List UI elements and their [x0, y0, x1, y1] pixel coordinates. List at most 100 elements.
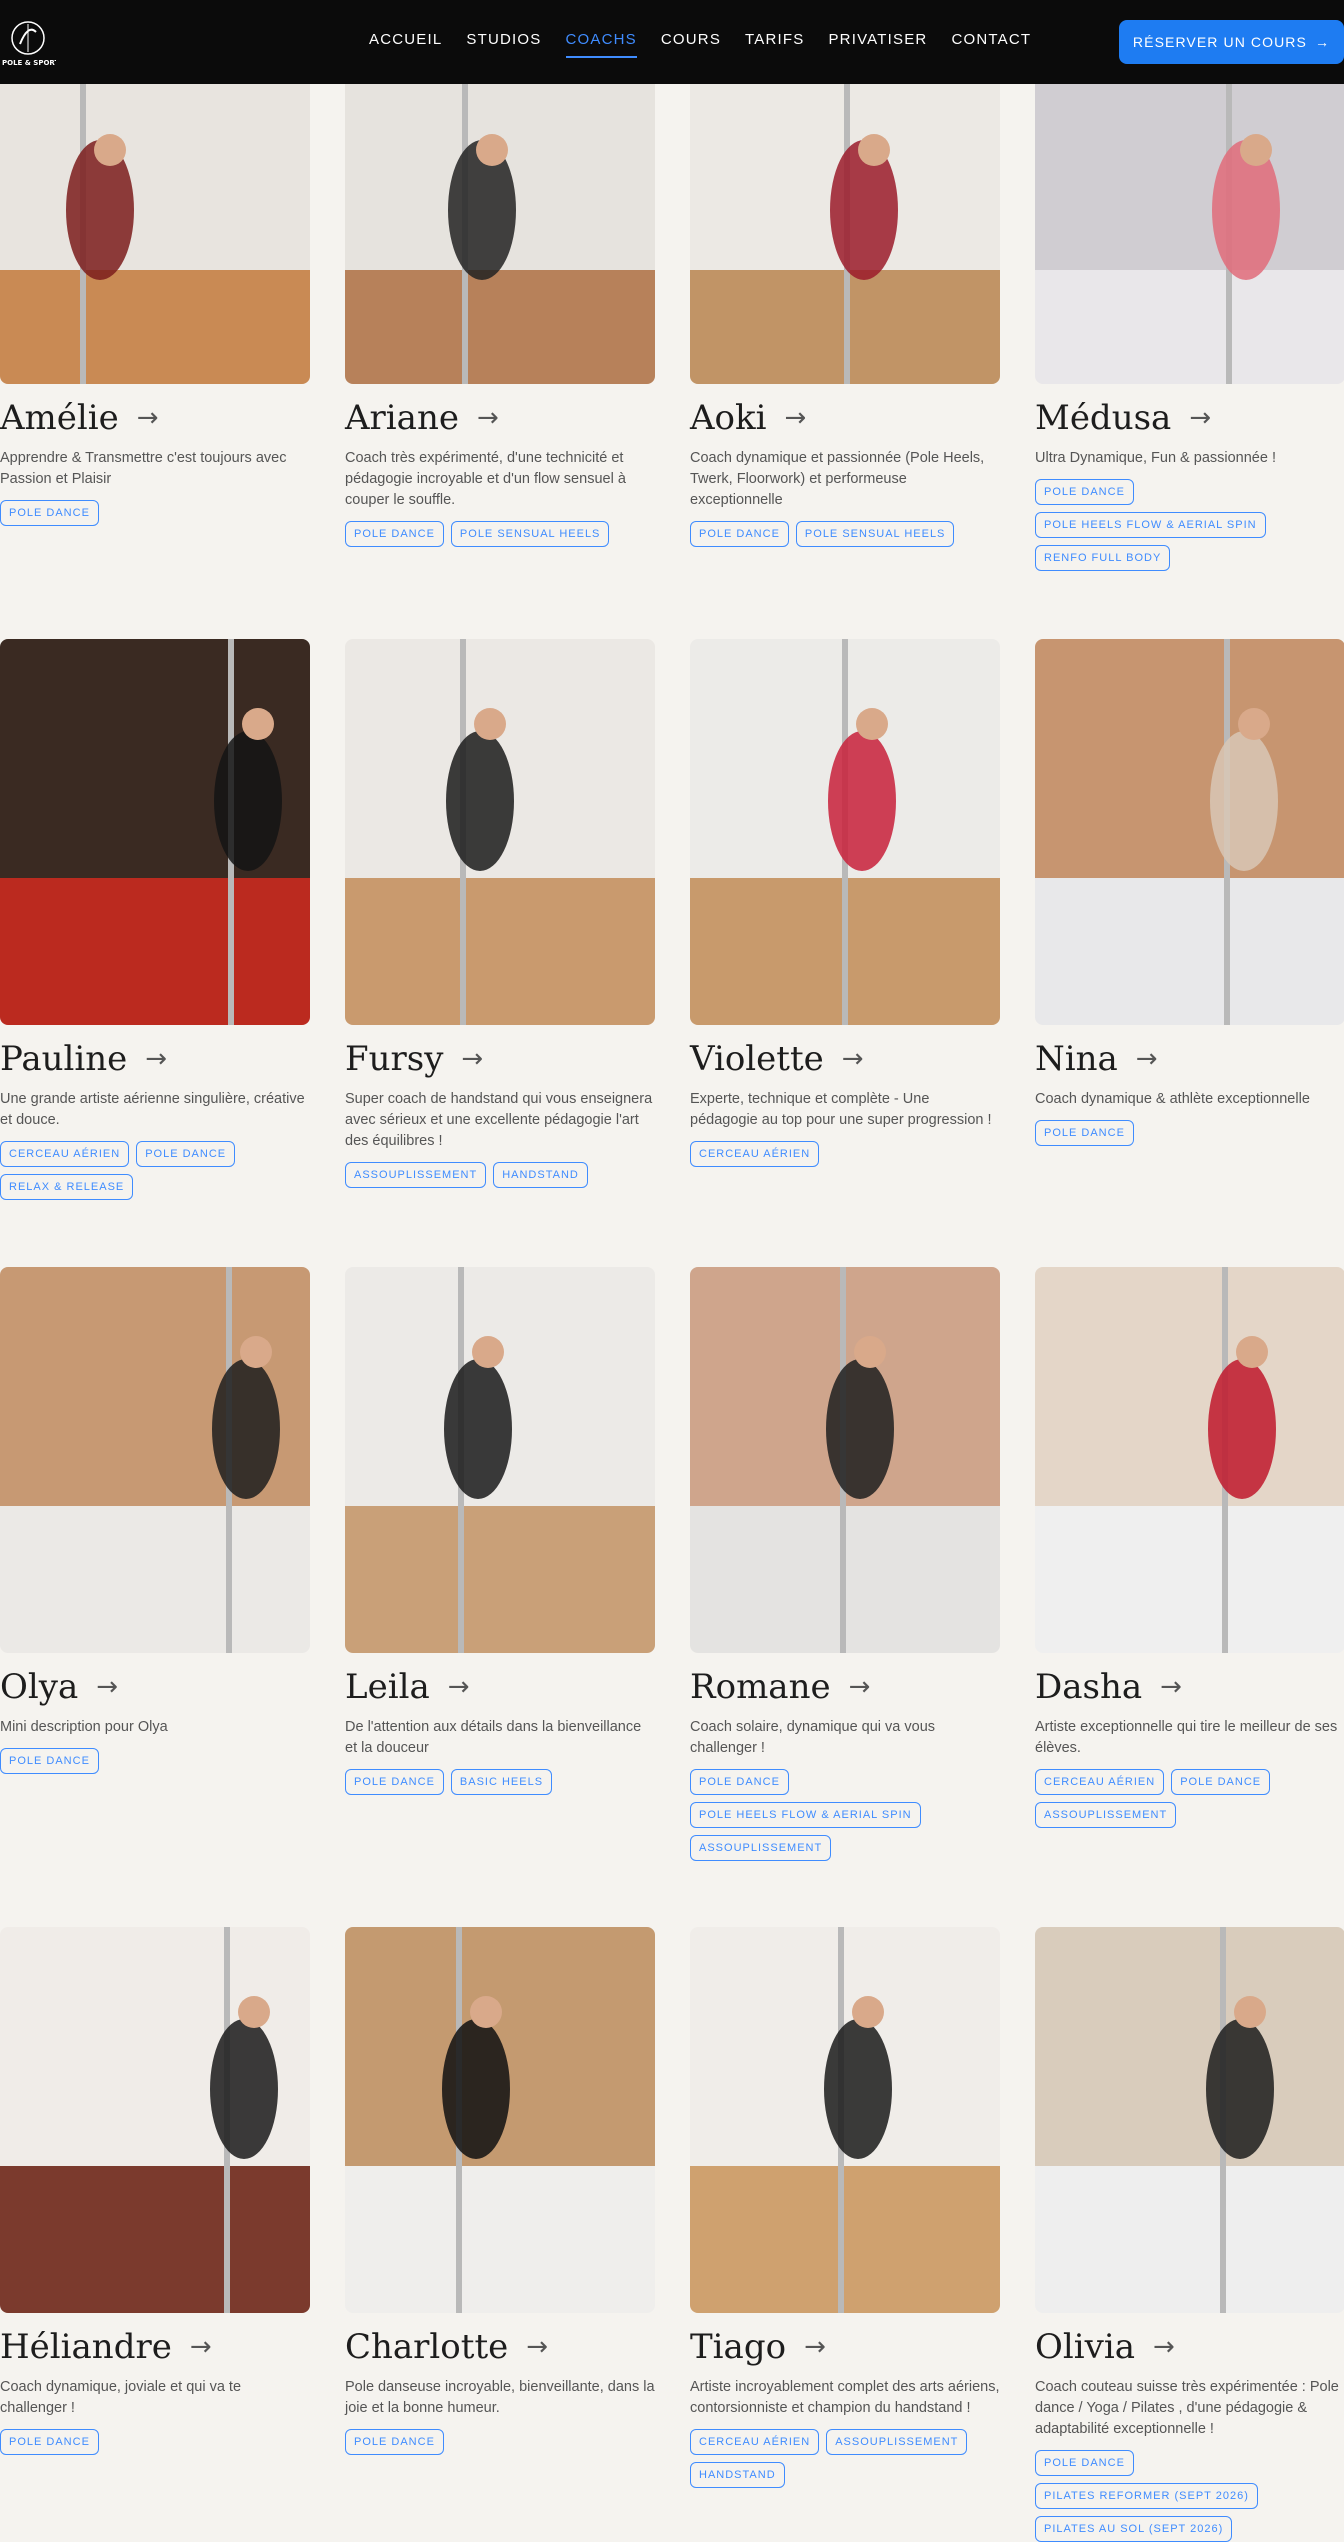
main-menu: ACCUEIL STUDIOS COACHS COURS TARIFS PRIV… — [369, 31, 1055, 58]
tag-pole-dance[interactable]: POLE DANCE — [690, 1769, 789, 1795]
coach-photo[interactable] — [690, 639, 1000, 1025]
coach-description: Coach dynamique et passionnée (Pole Heel… — [690, 450, 985, 508]
coach-card-tiago[interactable]: Tiago → Artiste incroyablement complet des… — [690, 1927, 1000, 2488]
tag-assouplissement[interactable]: ASSOUPLISSEMENT — [345, 1162, 487, 1188]
coach-name-link[interactable]: Héliandre → — [0, 2327, 310, 2367]
coach-photo[interactable] — [345, 1927, 655, 2313]
coach-name-link[interactable]: Violette → — [690, 1039, 1000, 1079]
coach-photo[interactable] — [0, 84, 310, 384]
arrow-right-icon: → — [461, 1044, 484, 1074]
coach-photo[interactable] — [345, 84, 655, 384]
coach-photo[interactable] — [0, 1267, 310, 1653]
coach-card-charlotte[interactable]: Charlotte → Pole danseuse incroyable, bien… — [345, 1927, 655, 2455]
coach-description: Coach dynamique, joviale et qui va te ch… — [0, 2379, 242, 2416]
tag-assouplissement[interactable]: ASSOUPLISSEMENT — [1035, 1802, 1177, 1828]
tag-pole-dance[interactable]: POLE DANCE — [1035, 479, 1134, 505]
coach-description: Coach couteau suisse très expérimentée :… — [1035, 2379, 1339, 2437]
coach-card-pauline[interactable]: Pauline → Une grande artiste aérienne sing… — [0, 639, 310, 1200]
coach-name-link[interactable]: Olivia → — [1035, 2327, 1344, 2367]
coach-card-olya[interactable]: Olya → Mini description pour Olya POLE DANC… — [0, 1267, 310, 1774]
coach-card-amelie[interactable]: Amélie → Apprendre & Transmettre c'est tou… — [0, 84, 310, 526]
coach-card-fursy[interactable]: Fursy → Super coach de handstand qui vous … — [345, 639, 655, 1188]
coach-name-link[interactable]: Ariane → — [345, 398, 655, 438]
tag-pole-heels-flow-aerial-spin[interactable]: POLE HEELS FLOW & AERIAL SPIN — [690, 1802, 921, 1828]
tag-pilates-au-sol-sept-2026-[interactable]: PILATES AU SOL (SEPT 2026) — [1035, 2516, 1233, 2542]
coach-card-aoki[interactable]: Aoki → Coach dynamique et passionnée (Pole… — [690, 84, 1000, 547]
tag-pole-dance[interactable]: POLE DANCE — [1171, 1769, 1271, 1795]
tag-pole-dance[interactable]: POLE DANCE — [690, 521, 789, 547]
coach-name-link[interactable]: Aoki → — [690, 398, 1000, 438]
coach-name-link[interactable]: Dasha → — [1035, 1667, 1344, 1707]
tag-pole-dance[interactable]: POLE DANCE — [136, 1141, 236, 1167]
tag-pole-dance[interactable]: POLE DANCE — [345, 2429, 444, 2455]
coach-card-nina[interactable]: Nina → Coach dynamique & athlète exception… — [1035, 639, 1344, 1146]
tag-cerceau-aerien[interactable]: CERCEAU AÉRIEN — [690, 1141, 820, 1167]
coach-card-violette[interactable]: Violette → Experte, technique et complète … — [690, 639, 1000, 1167]
tag-pole-dance[interactable]: POLE DANCE — [0, 2429, 99, 2455]
coach-name-link[interactable]: Leila → — [345, 1667, 655, 1707]
coach-photo[interactable] — [1035, 1927, 1344, 2313]
tag-pole-dance[interactable]: POLE DANCE — [0, 1748, 99, 1774]
tag-cerceau-aerien[interactable]: CERCEAU AÉRIEN — [0, 1141, 130, 1167]
coach-photo[interactable] — [1035, 1267, 1344, 1653]
nav-studios[interactable]: STUDIOS — [466, 31, 541, 58]
coach-photo[interactable] — [345, 639, 655, 1025]
coach-name-link[interactable]: Pauline → — [0, 1039, 310, 1079]
coach-photo[interactable] — [1035, 84, 1344, 384]
coach-name-link[interactable]: Médusa → — [1035, 398, 1344, 438]
nav-cours[interactable]: COURS — [661, 31, 721, 58]
tag-pole-dance[interactable]: POLE DANCE — [1035, 2450, 1134, 2476]
coach-photo[interactable] — [690, 84, 1000, 384]
coach-name: Amélie — [0, 398, 119, 438]
nav-coachs[interactable]: COACHS — [565, 31, 637, 58]
tag-pole-dance[interactable]: POLE DANCE — [1035, 1120, 1134, 1146]
tag-cerceau-aerien[interactable]: CERCEAU AÉRIEN — [1035, 1769, 1165, 1795]
logo[interactable]: POLE & SPORT — [0, 18, 60, 70]
coach-name-link[interactable]: Charlotte → — [345, 2327, 655, 2367]
coach-card-leila[interactable]: Leila → De l'attention aux détails dans la… — [345, 1267, 655, 1795]
coach-name: Pauline — [0, 1039, 128, 1079]
tag-pole-dance[interactable]: POLE DANCE — [345, 1769, 444, 1795]
coach-card-medusa[interactable]: Médusa → Ultra Dynamique, Fun & passionnée… — [1035, 84, 1344, 571]
tag-assouplissement[interactable]: ASSOUPLISSEMENT — [826, 2429, 968, 2455]
coach-name-link[interactable]: Tiago → — [690, 2327, 1000, 2367]
coach-name-link[interactable]: Nina → — [1035, 1039, 1344, 1079]
nav-contact[interactable]: CONTACT — [951, 31, 1031, 58]
coach-card-heliandre[interactable]: Héliandre → Coach dynamique, joviale et qu… — [0, 1927, 310, 2455]
tag-handstand[interactable]: HANDSTAND — [690, 2462, 785, 2488]
coach-photo[interactable] — [0, 1927, 310, 2313]
tag-renfo-full-body[interactable]: RENFO FULL BODY — [1035, 545, 1171, 571]
book-class-button[interactable]: RÉSERVER UN COURS → — [1119, 20, 1344, 64]
nav-privatiser[interactable]: PRIVATISER — [828, 31, 927, 58]
coach-card-ariane[interactable]: Ariane → Coach très expérimenté, d'une tec… — [345, 84, 655, 547]
tag-pole-sensual-heels[interactable]: POLE SENSUAL HEELS — [795, 521, 955, 547]
tag-pilates-reformer-sept-2026-[interactable]: PILATES REFORMER (SEPT 2026) — [1035, 2483, 1258, 2509]
coach-card-romane[interactable]: Romane → Coach solaire, dynamique qui va v… — [690, 1267, 1000, 1861]
tag-pole-heels-flow-aerial-spin[interactable]: POLE HEELS FLOW & AERIAL SPIN — [1035, 512, 1266, 538]
coach-tags: POLE DANCE POLE HEELS FLOW & AERIAL SPIN R… — [1035, 479, 1344, 571]
coach-photo[interactable] — [690, 1267, 1000, 1653]
coach-photo[interactable] — [1035, 639, 1344, 1025]
tag-pole-sensual-heels[interactable]: POLE SENSUAL HEELS — [450, 521, 610, 547]
nav-tarifs[interactable]: TARIFS — [745, 31, 804, 58]
coach-card-olivia[interactable]: Olivia → Coach couteau suisse très expérim… — [1035, 1927, 1344, 2542]
arrow-right-icon: → — [447, 1672, 470, 1702]
coach-photo[interactable] — [345, 1267, 655, 1653]
nav-accueil[interactable]: ACCUEIL — [369, 31, 442, 58]
coach-photo[interactable] — [0, 639, 310, 1025]
tag-basic-heels[interactable]: BASIC HEELS — [450, 1769, 553, 1795]
tag-relax-release[interactable]: RELAX & RELEASE — [0, 1174, 134, 1200]
coach-description: Coach solaire, dynamique qui va vous cha… — [690, 1719, 936, 1756]
coach-name-link[interactable]: Olya → — [0, 1667, 310, 1707]
tag-handstand[interactable]: HANDSTAND — [493, 1162, 588, 1188]
tag-assouplissement[interactable]: ASSOUPLISSEMENT — [690, 1835, 832, 1861]
coach-card-dasha[interactable]: Dasha → Artiste exceptionnelle qui tire le… — [1035, 1267, 1344, 1828]
coach-tags: POLE DANCE — [0, 500, 310, 526]
coach-name-link[interactable]: Fursy → — [345, 1039, 655, 1079]
coach-name-link[interactable]: Amélie → — [0, 398, 310, 438]
tag-cerceau-aerien[interactable]: CERCEAU AÉRIEN — [690, 2429, 820, 2455]
coach-photo[interactable] — [690, 1927, 1000, 2313]
tag-pole-dance[interactable]: POLE DANCE — [0, 500, 99, 526]
coach-name-link[interactable]: Romane → — [690, 1667, 1000, 1707]
tag-pole-dance[interactable]: POLE DANCE — [345, 521, 444, 547]
